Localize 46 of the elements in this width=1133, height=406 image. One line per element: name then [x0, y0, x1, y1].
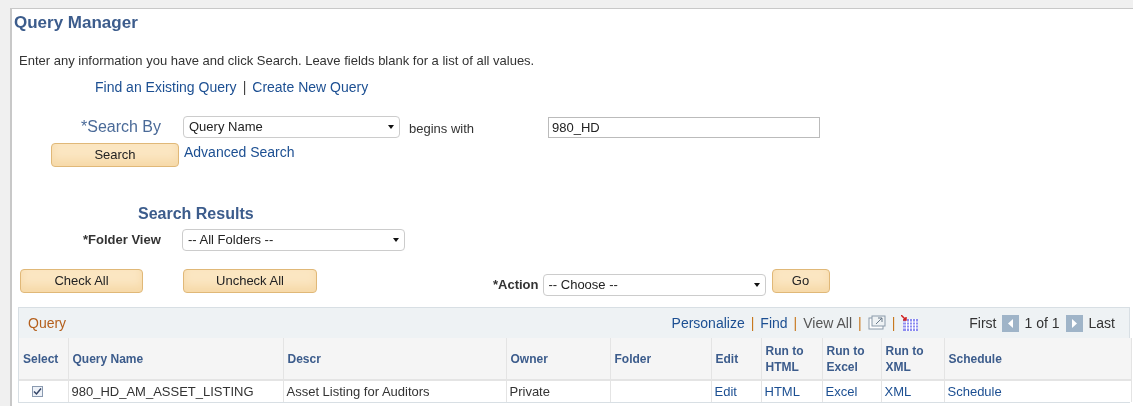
next-icon[interactable] — [1065, 314, 1083, 332]
action-select[interactable]: -- Choose -- — [542, 274, 766, 296]
cell-link[interactable]: HTML — [764, 383, 800, 399]
section-heading: Search Results — [138, 204, 255, 224]
field-label: *Folder View — [83, 231, 162, 250]
folder-view-select[interactable]: -- All Folders -- — [182, 229, 405, 251]
check-all-button[interactable]: Check All — [20, 269, 143, 293]
previous-icon[interactable] — [1001, 314, 1019, 332]
table-cell: 980_HD_AM_ASSET_LISTING — [71, 383, 254, 399]
caret-icon — [753, 283, 760, 287]
cell-link[interactable]: Excel — [825, 383, 858, 399]
table-cell: Asset Listing for Auditors — [286, 383, 430, 399]
cell-link[interactable]: Schedule — [947, 383, 1002, 399]
caret-icon — [388, 125, 394, 129]
cell-link[interactable]: XML — [884, 383, 912, 399]
toolbar-text: View All — [803, 313, 852, 333]
new-window-icon[interactable] — [867, 315, 886, 331]
table-cell: Private — [509, 383, 550, 399]
nav-link[interactable]: Create New Query — [252, 77, 369, 98]
separator: | — [891, 313, 896, 333]
uncheck-all-button[interactable]: Uncheck All — [183, 269, 317, 293]
separator: | — [793, 313, 798, 333]
advanced-search-link[interactable]: Advanced Search — [184, 142, 295, 163]
toolbar-link[interactable]: Personalize — [671, 312, 745, 334]
grid-title: Query — [28, 313, 67, 333]
search-input[interactable]: 980_HD — [548, 116, 820, 138]
page-title: Query Manager — [13, 12, 139, 34]
go-button[interactable]: Go — [771, 269, 830, 293]
page-count: 1 of 1 — [1024, 313, 1060, 333]
pagination-last: Last — [1088, 313, 1115, 333]
operator-label: begins with — [409, 120, 476, 139]
caret-icon — [393, 238, 399, 242]
instructions-text: Enter any information you have and click Search. Leave fields blank for a list of all values. — [18, 51, 536, 70]
search-button[interactable]: Search — [51, 143, 179, 167]
toolbar-link[interactable]: Find — [760, 312, 788, 334]
field-label: *Search By — [81, 117, 163, 137]
separator: | — [858, 313, 862, 333]
field-label: *Action — [493, 276, 539, 295]
separator: | — [750, 313, 755, 333]
separator: | — [242, 78, 247, 97]
row-checkbox[interactable] — [32, 386, 43, 397]
spreadsheet-icon[interactable] — [901, 314, 920, 332]
search-by-select[interactable]: Query Name — [183, 116, 400, 138]
nav-link[interactable]: Find an Existing Query — [95, 77, 237, 98]
cell-link[interactable]: Edit — [714, 383, 737, 399]
pagination-first: First — [969, 313, 997, 333]
